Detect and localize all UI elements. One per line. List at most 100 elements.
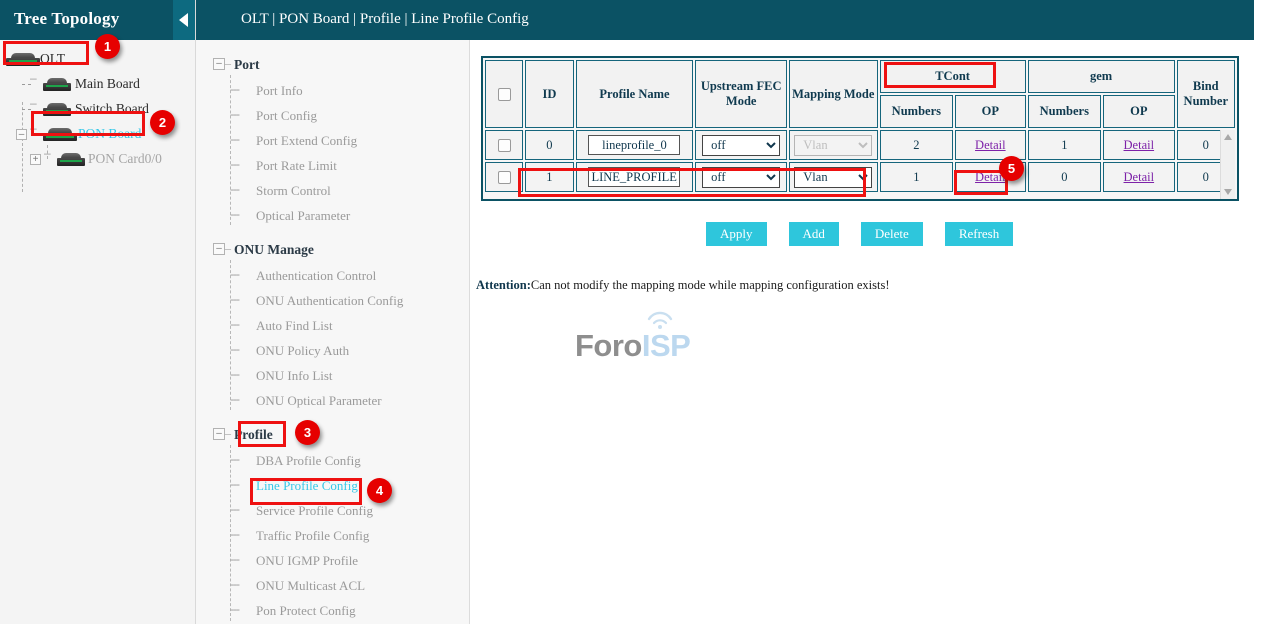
tree-node-pon-card[interactable]: + – PON Card0/0 bbox=[0, 147, 195, 172]
chevron-left-icon bbox=[179, 13, 188, 27]
menu-item-onu-authentication-config[interactable]: --- ONU Authentication Config bbox=[196, 289, 469, 314]
menu-item-pon-protect-config[interactable]: --- Pon Protect Config bbox=[196, 599, 469, 624]
content-area: ID Profile Name Upstream FEC Mode Mappin… bbox=[470, 40, 1274, 624]
tree-node-switch-board[interactable]: – Switch Board bbox=[0, 97, 195, 122]
cell-gem-op: Detail bbox=[1103, 162, 1174, 192]
menu-expander-minus[interactable]: – bbox=[213, 58, 225, 70]
cell-tcont-numbers: 1 bbox=[880, 162, 954, 192]
menu-item-label: Line Profile Config bbox=[256, 478, 358, 494]
tree-expander-minus[interactable]: – bbox=[16, 129, 27, 140]
menu-item-label: Optical Parameter bbox=[256, 208, 350, 224]
menu-group-onu-manage[interactable]: – – ONU Manage bbox=[196, 239, 469, 264]
menu-item-label: Auto Find List bbox=[256, 318, 333, 334]
row-checkbox[interactable] bbox=[498, 139, 511, 152]
tcont-detail-link[interactable]: Detail bbox=[975, 170, 1006, 184]
menu-item-port-rate-limit[interactable]: --- Port Rate Limit bbox=[196, 154, 469, 179]
menu-group-label: ONU Manage bbox=[234, 242, 314, 258]
menu-item-storm-control[interactable]: --- Storm Control bbox=[196, 179, 469, 204]
gem-detail-link[interactable]: Detail bbox=[1124, 170, 1155, 184]
apply-button[interactable]: Apply bbox=[706, 222, 767, 246]
tree-expander-dash: – bbox=[30, 121, 36, 135]
table-vertical-scrollbar[interactable] bbox=[1220, 130, 1235, 199]
menu-item-authentication-control[interactable]: --- Authentication Control bbox=[196, 264, 469, 289]
menu-item-port-info[interactable]: --- Port Info bbox=[196, 79, 469, 104]
cell-id: 1 bbox=[525, 162, 573, 192]
tree-panel-header: Tree Topology bbox=[0, 0, 195, 40]
select-all-checkbox[interactable] bbox=[498, 88, 511, 101]
upstream-fec-mode-select[interactable]: off bbox=[702, 167, 780, 188]
column-header-tcont-op: OP bbox=[955, 95, 1025, 128]
line-profile-table: ID Profile Name Upstream FEC Mode Mappin… bbox=[483, 58, 1237, 194]
gem-detail-link[interactable]: Detail bbox=[1124, 138, 1155, 152]
menu-group-label: Profile bbox=[234, 427, 273, 443]
menu-item-label: Port Extend Config bbox=[256, 133, 357, 149]
menu-item-label: Port Config bbox=[256, 108, 317, 124]
tree-node-label: PON Card0/0 bbox=[88, 151, 162, 167]
scroll-up-arrow-icon[interactable] bbox=[1224, 134, 1232, 140]
menu-item-label: ONU Policy Auth bbox=[256, 343, 349, 359]
column-header-bind-number: Bind Number bbox=[1177, 60, 1235, 128]
tree-node-list: OLT – Main Board – Switch Board bbox=[0, 40, 195, 172]
action-button-row: Apply Add Delete Refresh bbox=[706, 222, 1031, 246]
refresh-button[interactable]: Refresh bbox=[945, 222, 1013, 246]
watermark-part-b: ISP bbox=[642, 328, 690, 363]
table-row: 1 off Vlan bbox=[485, 162, 1235, 192]
page-root: Tree Topology OLT – Mai bbox=[0, 0, 1274, 624]
navigation-menu-list: – – Port --- Port Info --- Port Config -… bbox=[196, 0, 469, 624]
menu-item-label: Storm Control bbox=[256, 183, 331, 199]
tree-node-pon-board[interactable]: – – PON Board bbox=[0, 122, 195, 147]
table-row: 0 off Vlan bbox=[485, 130, 1235, 160]
menu-item-service-profile-config[interactable]: --- Service Profile Config bbox=[196, 499, 469, 524]
tree-topology-panel: Tree Topology OLT – Mai bbox=[0, 0, 196, 624]
menu-item-optical-parameter[interactable]: --- Optical Parameter bbox=[196, 204, 469, 229]
tree-expander-dash: – bbox=[30, 96, 36, 110]
add-button[interactable]: Add bbox=[789, 222, 839, 246]
tcont-detail-link[interactable]: Detail bbox=[975, 138, 1006, 152]
menu-item-port-config[interactable]: --- Port Config bbox=[196, 104, 469, 129]
menu-expander-minus[interactable]: – bbox=[213, 243, 225, 255]
menu-group-profile[interactable]: – – Profile bbox=[196, 424, 469, 449]
menu-item-onu-policy-auth[interactable]: --- ONU Policy Auth bbox=[196, 339, 469, 364]
cell-profile-name bbox=[576, 162, 694, 192]
device-icon bbox=[57, 153, 85, 166]
scroll-down-arrow-icon[interactable] bbox=[1224, 189, 1232, 195]
menu-item-dba-profile-config[interactable]: --- DBA Profile Config bbox=[196, 449, 469, 474]
column-header-gem: gem bbox=[1028, 60, 1175, 93]
menu-item-onu-info-list[interactable]: --- ONU Info List bbox=[196, 364, 469, 389]
tree-expander-plus[interactable]: + bbox=[30, 154, 41, 165]
collapse-sidebar-button[interactable] bbox=[173, 0, 195, 40]
row-select-cell bbox=[485, 130, 523, 160]
cell-gem-op: Detail bbox=[1103, 130, 1174, 160]
tree-node-label: OLT bbox=[40, 51, 65, 67]
menu-item-label: Service Profile Config bbox=[256, 503, 373, 519]
profile-name-input[interactable] bbox=[588, 167, 680, 187]
menu-group-port[interactable]: – – Port bbox=[196, 54, 469, 79]
navigation-menu-panel: – – Port --- Port Info --- Port Config -… bbox=[196, 0, 470, 624]
menu-item-line-profile-config[interactable]: --- Line Profile Config bbox=[196, 474, 469, 499]
watermark-logo: ForoISP bbox=[575, 328, 690, 364]
upstream-fec-mode-select[interactable]: off bbox=[702, 135, 780, 156]
menu-group-label: Port bbox=[234, 57, 259, 73]
menu-expander-minus[interactable]: – bbox=[213, 428, 225, 440]
menu-item-port-extend-config[interactable]: --- Port Extend Config bbox=[196, 129, 469, 154]
mapping-mode-select[interactable]: Vlan bbox=[794, 167, 872, 188]
tree-expander-dash: – bbox=[44, 146, 50, 160]
row-checkbox[interactable] bbox=[498, 171, 511, 184]
tree-node-main-board[interactable]: – Main Board bbox=[0, 72, 195, 97]
tree-node-olt[interactable]: OLT bbox=[0, 46, 195, 72]
attention-label: Attention: bbox=[476, 278, 531, 292]
menu-item-label: Port Rate Limit bbox=[256, 158, 337, 174]
menu-item-onu-igmp-profile[interactable]: --- ONU IGMP Profile bbox=[196, 549, 469, 574]
menu-item-label: DBA Profile Config bbox=[256, 453, 361, 469]
menu-item-onu-optical-parameter[interactable]: --- ONU Optical Parameter bbox=[196, 389, 469, 414]
tree-node-label: Main Board bbox=[75, 76, 140, 92]
delete-button[interactable]: Delete bbox=[861, 222, 923, 246]
menu-item-traffic-profile-config[interactable]: --- Traffic Profile Config bbox=[196, 524, 469, 549]
menu-item-onu-multicast-acl[interactable]: --- ONU Multicast ACL bbox=[196, 574, 469, 599]
watermark-part-a: Foro bbox=[575, 328, 642, 363]
cell-gem-numbers: 0 bbox=[1028, 162, 1102, 192]
column-header-upstream-fec-mode: Upstream FEC Mode bbox=[695, 60, 787, 128]
menu-item-auto-find-list[interactable]: --- Auto Find List bbox=[196, 314, 469, 339]
mapping-mode-select: Vlan bbox=[794, 135, 872, 156]
profile-name-input[interactable] bbox=[588, 135, 680, 155]
